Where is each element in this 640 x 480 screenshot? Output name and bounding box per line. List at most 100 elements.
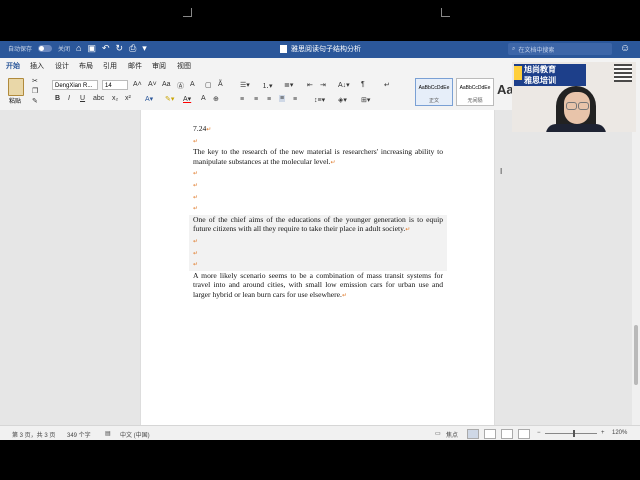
word-count[interactable]: 349 个字 xyxy=(67,430,91,439)
tab-references[interactable]: 引用 xyxy=(103,61,117,71)
logo-line-2: 雅思培训 xyxy=(524,76,556,85)
text-effects-icon[interactable]: A xyxy=(190,81,195,88)
shrink-font-icon[interactable]: A˅ xyxy=(148,81,157,88)
format-painter-icon[interactable]: ✎ xyxy=(32,97,38,105)
redo-icon[interactable]: ↻ xyxy=(116,44,124,53)
multilevel-icon[interactable]: ≣▾ xyxy=(284,81,293,89)
style-sample: AaBbCcDdEe xyxy=(459,85,491,91)
font-color-icon[interactable]: A▾ xyxy=(183,95,191,103)
zoom-out-icon[interactable]: − xyxy=(537,430,541,436)
cut-icon[interactable]: ✂ xyxy=(32,77,38,85)
right-margin-marker xyxy=(441,8,450,17)
webcam-overlay: 旭尚教育 雅思培训 xyxy=(512,62,636,132)
decrease-indent-icon[interactable]: ⇤ xyxy=(307,81,313,89)
tab-view[interactable]: 视图 xyxy=(177,61,191,71)
draft-view-button[interactable] xyxy=(518,429,530,439)
document-body[interactable]: 7.24↵ ↵ The key to the research of the n… xyxy=(189,124,447,302)
borders-icon[interactable]: ⊞▾ xyxy=(361,96,370,104)
language-label[interactable]: 中文 (中国) xyxy=(120,430,150,439)
bullets-icon[interactable]: ☰▾ xyxy=(240,81,250,89)
underline-icon[interactable]: U xyxy=(80,95,85,102)
style-sample: AaBbCcDdEe xyxy=(418,85,450,91)
change-case-icon[interactable]: Aa xyxy=(162,81,171,88)
zoom-in-icon[interactable]: + xyxy=(601,430,605,436)
grow-font-icon[interactable]: A˄ xyxy=(133,81,142,88)
customize-icon[interactable]: ▾ xyxy=(142,44,147,53)
numbering-icon[interactable]: ⒈▾ xyxy=(262,81,273,91)
bold-icon[interactable]: B xyxy=(55,95,60,102)
tab-review[interactable]: 审阅 xyxy=(152,61,166,71)
strikethrough-icon[interactable]: abc xyxy=(93,95,104,102)
show-marks-icon[interactable]: ¶ xyxy=(361,81,365,88)
paragraph-mark-icon: ↵ xyxy=(193,238,199,245)
superscript-icon[interactable]: x² xyxy=(125,95,131,102)
qr-code-icon xyxy=(614,64,632,82)
style-normal[interactable]: AaBbCcDdEe 正文 xyxy=(415,78,453,106)
style-name: 正文 xyxy=(428,98,439,104)
paragraph-mark-icon: ↵ xyxy=(193,171,199,178)
justify-icon[interactable]: ≡ xyxy=(279,95,286,102)
glasses-icon xyxy=(565,102,589,110)
increase-indent-icon[interactable]: ⇥ xyxy=(320,81,326,89)
asian-layout-icon[interactable]: ↵ xyxy=(384,81,390,89)
align-center-icon[interactable]: ≡ xyxy=(254,96,258,103)
char-border-icon[interactable]: ▢ xyxy=(205,81,212,89)
style-no-spacing[interactable]: AaBbCcDdEe 无间隔 xyxy=(456,78,494,106)
search-placeholder: 在文档中搜索 xyxy=(518,47,555,54)
autosave-toggle[interactable] xyxy=(38,45,53,52)
font-size-select[interactable]: 14 xyxy=(102,80,128,90)
shaded-region: One of the chief aims of the educations … xyxy=(189,214,447,271)
tab-layout[interactable]: 布局 xyxy=(79,61,93,71)
copy-icon[interactable]: ❐ xyxy=(32,87,38,95)
zoom-slider[interactable] xyxy=(545,433,597,434)
document-title: 雅思阅读句子结构分析 xyxy=(280,44,361,54)
italic-icon[interactable]: I xyxy=(68,95,70,102)
feedback-icon[interactable]: ☺ xyxy=(620,43,630,54)
tab-design[interactable]: 设计 xyxy=(55,61,69,71)
char-shading-icon[interactable]: A xyxy=(201,95,206,102)
save-icon[interactable]: ▣ xyxy=(87,44,96,53)
text-effect-icon[interactable]: A▾ xyxy=(145,95,153,103)
tab-insert[interactable]: 插入 xyxy=(30,61,44,71)
paste-button-label[interactable]: 粘贴 xyxy=(9,96,21,105)
distributed-icon[interactable]: ≡ xyxy=(293,96,297,103)
sort-icon[interactable]: A↓▾ xyxy=(338,81,350,89)
paste-icon[interactable] xyxy=(8,78,24,96)
tab-mailings[interactable]: 邮件 xyxy=(128,61,142,71)
undo-icon[interactable]: ↶ xyxy=(102,44,110,53)
screen-top-border xyxy=(0,0,640,41)
zoom-slider-knob[interactable] xyxy=(573,430,575,437)
phonetic-icon[interactable]: Ã xyxy=(218,81,223,88)
empty-line: ↵ xyxy=(193,168,443,180)
print-icon[interactable]: ⎙ xyxy=(129,44,136,53)
shading-icon[interactable]: ◈▾ xyxy=(338,96,347,104)
align-left-icon[interactable]: ≡ xyxy=(240,96,244,103)
proofing-icon[interactable]: ▤ xyxy=(105,430,111,437)
autosave-state: 关闭 xyxy=(58,47,71,53)
align-right-icon[interactable]: ≡ xyxy=(267,96,271,103)
paragraph-mark-icon: ↵ xyxy=(193,262,199,269)
document-icon xyxy=(280,45,287,53)
style-name: 无间隔 xyxy=(467,98,483,104)
outline-view-button[interactable] xyxy=(501,429,513,439)
focus-icon[interactable]: ▭ xyxy=(435,430,441,437)
print-layout-view-button[interactable] xyxy=(467,429,479,439)
web-layout-view-button[interactable] xyxy=(484,429,496,439)
line-spacing-icon[interactable]: ↕≡▾ xyxy=(314,96,325,104)
enclose-char-icon[interactable]: ⊕ xyxy=(213,95,219,103)
sentence-3: A more likely scenario seems to be a com… xyxy=(193,271,443,302)
sentence-1-text: The key to the research of the new mater… xyxy=(193,147,443,166)
clear-format-icon[interactable]: Ⓐ xyxy=(177,81,184,91)
highlight-icon[interactable]: ✎▾ xyxy=(165,95,174,103)
subscript-icon[interactable]: x₂ xyxy=(112,95,118,102)
page-info[interactable]: 第 3 页，共 3 页 xyxy=(12,430,55,439)
logo-badge-icon xyxy=(514,66,522,80)
search-input[interactable]: ⌕ 在文档中搜索 xyxy=(508,43,612,55)
scrollbar-thumb[interactable] xyxy=(634,325,638,385)
zoom-level[interactable]: 120% xyxy=(612,430,627,436)
focus-label[interactable]: 焦点 xyxy=(446,430,458,439)
paragraph-mark-icon: ↵ xyxy=(341,292,347,299)
vertical-scrollbar[interactable] xyxy=(632,110,640,425)
home-icon[interactable]: ⌂ xyxy=(76,44,81,53)
font-name-select[interactable]: DengXian R... xyxy=(52,80,98,90)
